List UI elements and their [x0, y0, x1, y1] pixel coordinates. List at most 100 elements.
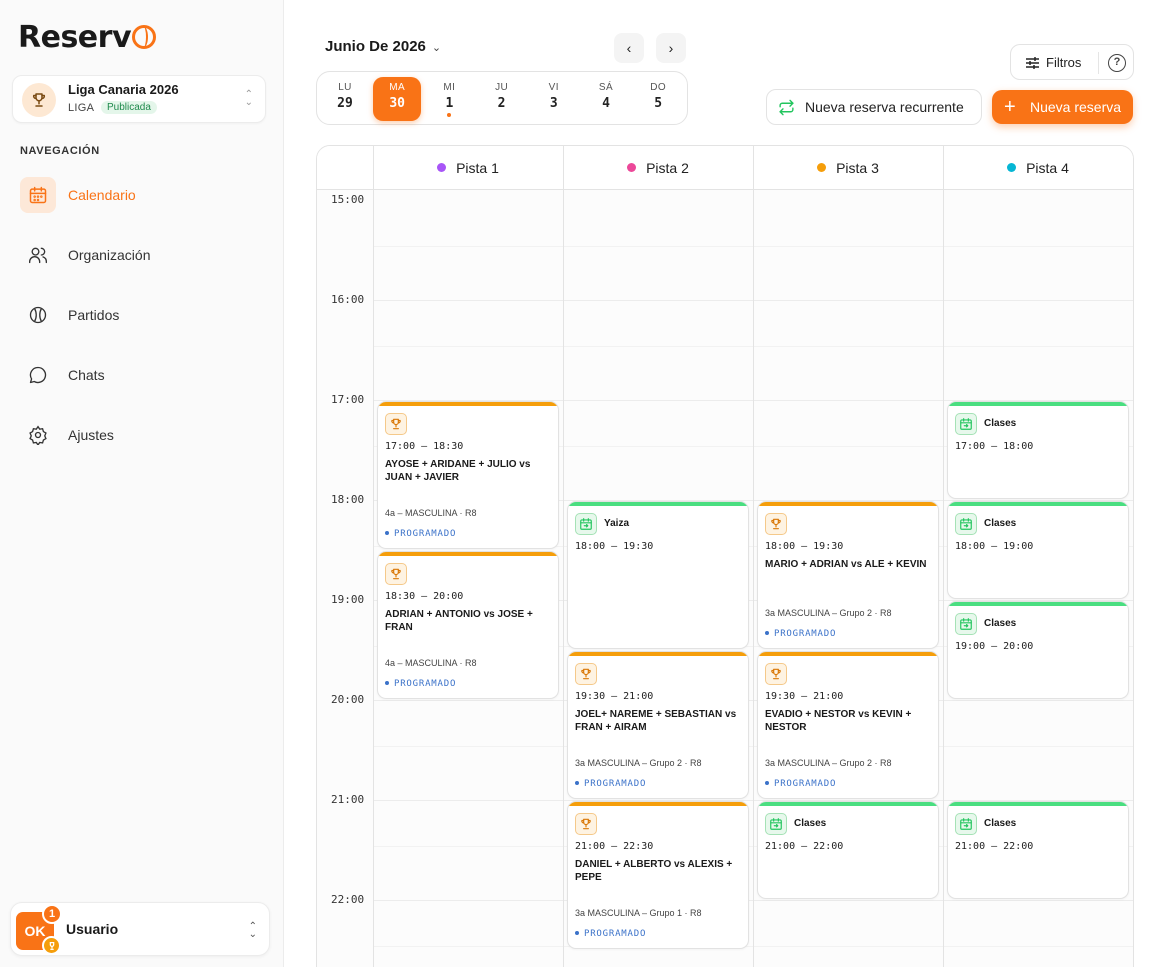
court-header-1[interactable]: Pista 1: [373, 146, 563, 190]
sidebar: Reserv Liga Canaria 2026 LIGA Publicada …: [0, 0, 284, 967]
class-event[interactable]: Clases 21:00 – 22:00: [757, 801, 939, 899]
prev-week-button[interactable]: ‹: [614, 33, 644, 63]
event-title: Clases: [984, 418, 1017, 429]
status-label: PROGRAMADO: [394, 529, 457, 539]
court-color-dot: [627, 163, 637, 172]
event-color-bar: [758, 502, 938, 506]
match-event[interactable]: 18:00 – 19:30 MARIO + ADRIAN vs ALE + KEV…: [757, 501, 939, 649]
event-time: 21:00 – 22:00: [955, 841, 1034, 852]
event-title: Clases: [984, 518, 1017, 529]
trophy-icon: [385, 563, 407, 585]
sidebar-item-calendario[interactable]: Calendario: [20, 177, 264, 213]
event-title: Yaiza: [604, 518, 630, 529]
event-color-bar: [568, 802, 748, 806]
match-event[interactable]: 21:00 – 22:30 DANIEL + ALBERTO vs ALEXIS …: [567, 801, 749, 949]
trophy-icon: [765, 513, 787, 535]
sidebar-item-label: Organización: [68, 247, 151, 263]
event-status: PROGRAMADO: [575, 929, 646, 939]
column-divider: [563, 146, 564, 967]
event-time: 17:00 – 18:00: [955, 441, 1034, 452]
column-divider: [943, 146, 944, 967]
court-header-3[interactable]: Pista 3: [753, 146, 943, 190]
day-1[interactable]: MI 1: [425, 77, 473, 121]
court-name: Pista 4: [1026, 159, 1069, 176]
divider: [1098, 52, 1099, 74]
calendar-grid: Pista 1 Pista 2 Pista 3 Pista 4 15:00 16:00 17…: [316, 145, 1134, 967]
trophy-icon: [42, 936, 61, 955]
event-teams: ADRIAN + ANTONIO vs JOSE + FRAN: [385, 609, 533, 633]
event-status: PROGRAMADO: [765, 779, 836, 789]
sidebar-item-chats[interactable]: Chats: [20, 357, 264, 393]
event-status: PROGRAMADO: [385, 679, 456, 689]
brand-logo[interactable]: Reserv: [18, 20, 157, 55]
day-29[interactable]: LU 29: [321, 77, 369, 121]
calendar-class-icon: [955, 413, 977, 435]
filters-button[interactable]: Filtros ?: [1010, 44, 1134, 80]
month-selector[interactable]: Junio De 2026 ⌄: [325, 38, 441, 55]
day-label: VI: [548, 82, 559, 93]
time-label: 21:00: [331, 793, 365, 806]
next-week-button[interactable]: ›: [656, 33, 686, 63]
status-dot: [765, 631, 769, 635]
match-event[interactable]: 19:30 – 21:00 EVADIO + NESTOR vs KEVIN + …: [757, 651, 939, 799]
calendar-class-icon: [575, 513, 597, 535]
day-4[interactable]: SÁ 4: [582, 77, 630, 121]
day-number: 1: [445, 96, 454, 111]
users-icon: [20, 237, 56, 273]
day-label: SÁ: [598, 82, 614, 93]
day-3[interactable]: VI 3: [530, 77, 578, 121]
new-recurring-reservation-button[interactable]: Nueva reserva recurrente: [766, 89, 982, 125]
court-header-4[interactable]: Pista 4: [943, 146, 1133, 190]
court-name: Pista 3: [836, 159, 879, 176]
status-dot: [575, 781, 579, 785]
event-teams: AYOSE + ARIDANE + JULIO vs JUAN + JAVIER: [385, 459, 531, 483]
event-color-bar: [758, 652, 938, 656]
new-reservation-button[interactable]: + Nueva reserva: [992, 90, 1133, 124]
event-teams: EVADIO + NESTOR vs KEVIN + NESTOR: [765, 709, 912, 733]
match-event[interactable]: 19:30 – 21:00 JOEL+ NAREME + SEBASTIAN vs…: [567, 651, 749, 799]
chevron-updown-icon: ⌃ ⌄: [244, 89, 253, 108]
column-divider: [753, 146, 754, 967]
sidebar-item-organizacion[interactable]: Organización: [20, 237, 264, 273]
event-status: PROGRAMADO: [765, 629, 836, 639]
trophy-icon: [575, 663, 597, 685]
time-label: 19:00: [331, 593, 365, 606]
chevron-right-icon: ›: [668, 40, 674, 56]
user-menu[interactable]: OK 1 Usuario ⌃ ⌄: [10, 902, 270, 956]
class-event[interactable]: Yaiza 18:00 – 19:30: [567, 501, 749, 649]
court-color-dot: [1007, 163, 1017, 172]
day-30[interactable]: MA 30: [373, 77, 422, 121]
time-label: 15:00: [331, 193, 365, 206]
event-time: 21:00 – 22:00: [765, 841, 844, 852]
column-divider: [373, 146, 374, 967]
tennis-ball-icon: [132, 25, 157, 49]
class-event[interactable]: Clases 18:00 – 19:00: [947, 501, 1129, 599]
event-indicator: [447, 113, 452, 117]
match-event[interactable]: 17:00 – 18:30 AYOSE + ARIDANE + JULIO vs …: [377, 401, 559, 549]
event-category: 3a MASCULINA – Grupo 2 · R8: [765, 758, 892, 768]
trophy-icon: [575, 813, 597, 835]
league-type: LIGA: [68, 102, 95, 114]
day-number: 2: [497, 96, 506, 111]
event-status: PROGRAMADO: [385, 529, 456, 539]
match-event[interactable]: 18:30 – 20:00 ADRIAN + ANTONIO vs JOSE + …: [377, 551, 559, 699]
week-day-picker: LU 29 MA 30 MI 1 JU 2 VI 3 SÁ 4 DO 5: [316, 71, 688, 125]
chevron-left-icon: ‹: [626, 40, 632, 56]
calendar-class-icon: [955, 513, 977, 535]
status-dot: [385, 531, 389, 535]
event-color-bar: [948, 802, 1128, 806]
league-selector[interactable]: Liga Canaria 2026 LIGA Publicada ⌃ ⌄: [12, 75, 266, 123]
sidebar-item-ajustes[interactable]: Ajustes: [20, 417, 264, 453]
event-time: 19:00 – 20:00: [955, 641, 1034, 652]
repeat-icon: [778, 99, 795, 119]
court-header-2[interactable]: Pista 2: [563, 146, 753, 190]
event-teams: DANIEL + ALBERTO vs ALEXIS + PEPE: [575, 859, 733, 883]
class-event[interactable]: Clases 21:00 – 22:00: [947, 801, 1129, 899]
help-icon[interactable]: ?: [1108, 54, 1126, 72]
sidebar-item-partidos[interactable]: Partidos: [20, 297, 264, 333]
day-2[interactable]: JU 2: [478, 77, 526, 121]
event-category: 4a – MASCULINA · R8: [385, 508, 477, 518]
class-event[interactable]: Clases 19:00 – 20:00: [947, 601, 1129, 699]
class-event[interactable]: Clases 17:00 – 18:00: [947, 401, 1129, 499]
day-5[interactable]: DO 5: [634, 77, 682, 121]
